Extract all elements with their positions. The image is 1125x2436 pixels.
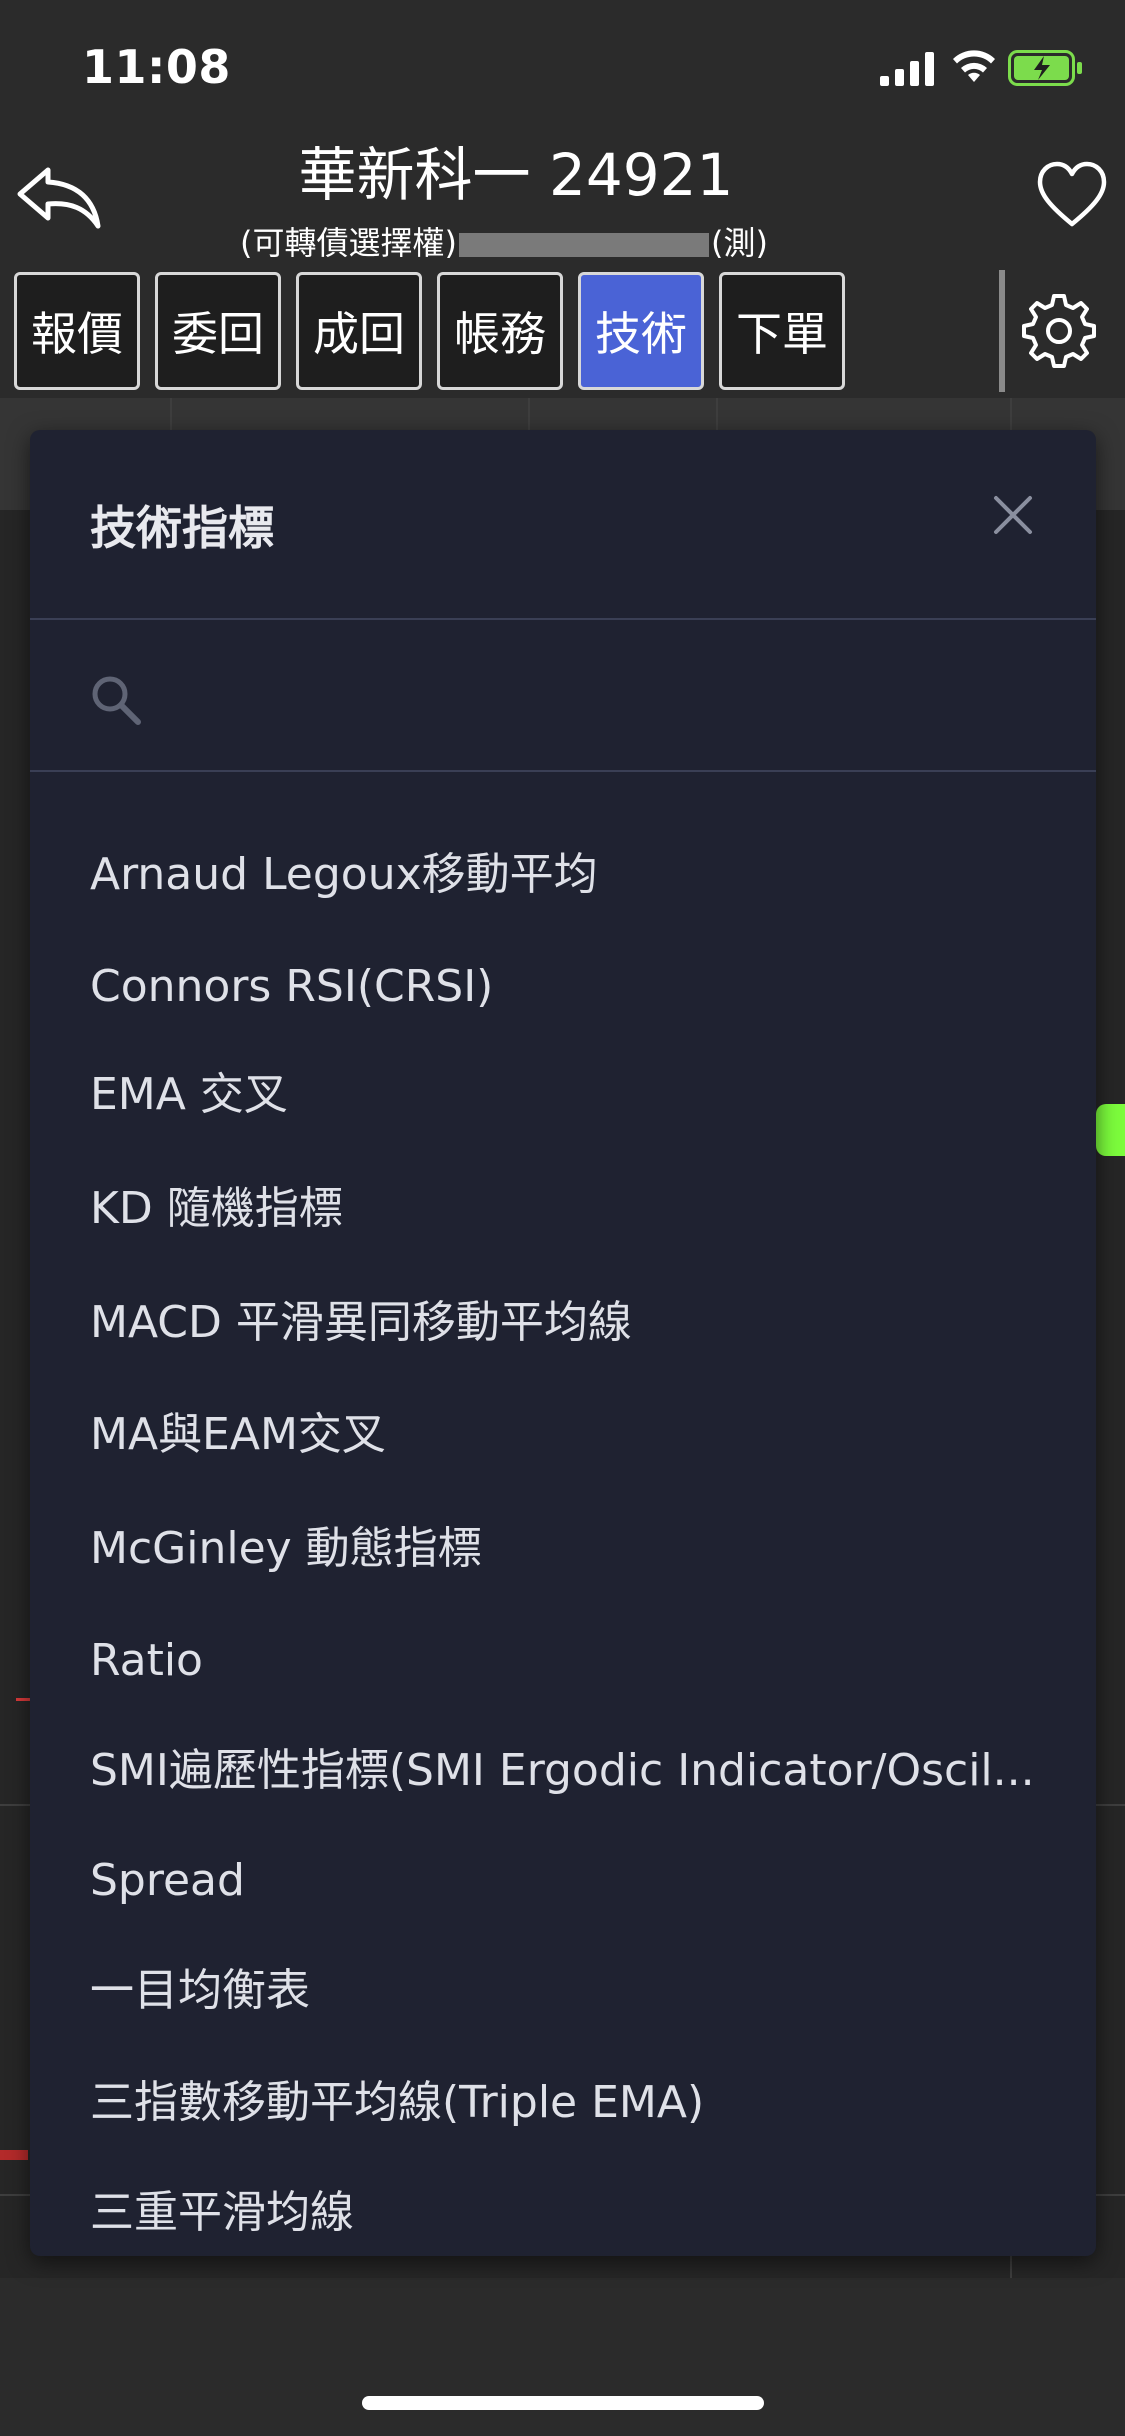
screen: 11:08 華新科一 24921 (可轉債選擇權) (測) 報價 委回 成回 帳… (0, 0, 1125, 2436)
back-arrow-icon[interactable] (14, 160, 104, 232)
price-marker (1096, 1104, 1125, 1156)
favorite-heart-icon[interactable] (1036, 160, 1108, 232)
search-box (30, 622, 1096, 772)
wifi-icon (953, 50, 995, 82)
list-item[interactable]: Ratio (90, 1616, 1070, 1706)
subtitle-suffix: (測) (710, 224, 768, 262)
list-item[interactable]: McGinley 動態指標 (90, 1504, 1070, 1594)
home-indicator[interactable] (362, 2396, 764, 2410)
list-item[interactable]: SMI遍歷性指標(SMI Ergodic Indicator/Oscil... (90, 1726, 1070, 1816)
status-time: 11:08 (82, 40, 231, 94)
subtitle-prefix: (可轉債選擇權) (240, 224, 457, 262)
page-title: 華新科一 24921 (298, 141, 734, 209)
search-input[interactable] (160, 662, 1040, 732)
search-icon (92, 676, 141, 725)
list-item[interactable]: Spread (90, 1836, 1070, 1926)
list-item[interactable]: KD 隨機指標 (90, 1164, 1070, 1254)
close-icon[interactable] (988, 490, 1038, 540)
modal-title: 技術指標 (90, 501, 274, 555)
list-item[interactable]: Arnaud Legoux移動平均 (90, 830, 1070, 920)
list-item[interactable]: 三重平滑均線 (90, 2168, 1070, 2256)
tab-order-report[interactable]: 委回 (155, 272, 281, 390)
indicator-modal: 技術指標 Arnaud Legoux移動平均 Connors RSI(CRSI)… (30, 430, 1096, 2256)
price-line-fragment (16, 1698, 30, 1701)
status-bar: 11:08 (0, 0, 1125, 130)
modal-divider (30, 770, 1096, 772)
tab-fill-report[interactable]: 成回 (296, 272, 422, 390)
price-line-fragment (0, 2150, 28, 2160)
tab-place-order[interactable]: 下單 (719, 272, 845, 390)
list-item[interactable]: MACD 平滑異同移動平均線 (90, 1278, 1070, 1368)
redacted-text (458, 233, 709, 257)
cellular-signal-icon (880, 52, 934, 86)
tab-quote[interactable]: 報價 (14, 272, 140, 390)
battery-charging-icon (1008, 50, 1082, 86)
modal-divider (30, 618, 1096, 620)
list-item[interactable]: EMA 交叉 (90, 1050, 1070, 1140)
list-item[interactable]: 一目均衡表 (90, 1946, 1070, 2036)
list-item[interactable]: MA與EAM交叉 (90, 1390, 1070, 1480)
tab-divider (999, 270, 1005, 392)
gear-icon[interactable] (1020, 292, 1098, 370)
tab-technical[interactable]: 技術 (578, 272, 704, 390)
tab-account[interactable]: 帳務 (437, 272, 563, 390)
page-subtitle: (可轉債選擇權) (測) (240, 222, 800, 264)
list-item[interactable]: 三指數移動平均線(Triple EMA) (90, 2058, 1070, 2148)
list-item[interactable]: Connors RSI(CRSI) (90, 942, 1070, 1032)
